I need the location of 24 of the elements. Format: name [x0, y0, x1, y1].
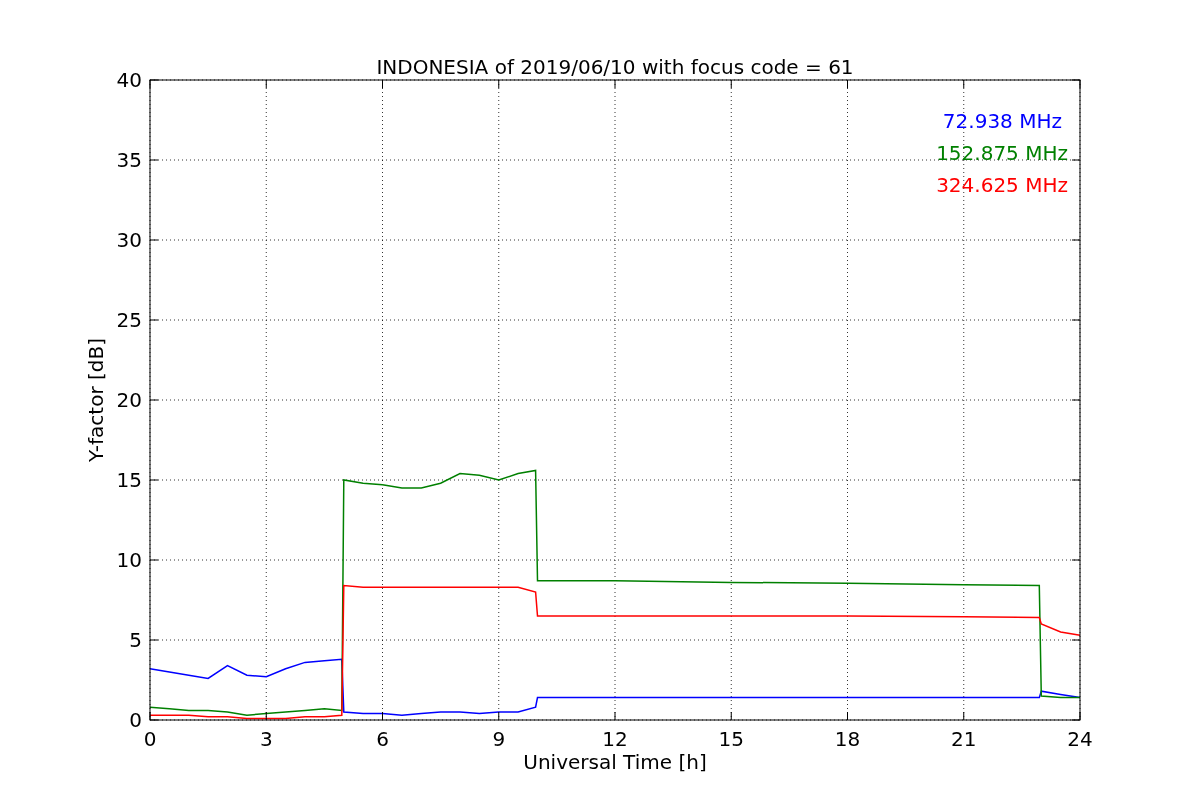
y-tick-label: 10	[116, 548, 142, 572]
x-tick-label: 0	[143, 727, 157, 751]
x-tick-label: 3	[259, 727, 273, 751]
legend-label: 72.938 MHz	[942, 109, 1062, 133]
y-tick-label: 35	[116, 148, 142, 172]
y-tick-label: 30	[116, 228, 142, 252]
x-tick-label: 12	[602, 727, 628, 751]
x-tick-label: 24	[1067, 727, 1093, 751]
y-tick-label: 0	[129, 708, 142, 732]
y-tick-label: 40	[116, 68, 142, 92]
y-tick-label: 15	[116, 468, 142, 492]
y-tick-label: 25	[116, 308, 142, 332]
x-axis-label: Universal Time [h]	[523, 750, 707, 774]
x-tick-label: 9	[492, 727, 506, 751]
y-axis-label: Y-factor [dB]	[84, 338, 108, 462]
legend-label: 152.875 MHz	[936, 141, 1068, 165]
x-tick-label: 18	[834, 727, 861, 751]
y-tick-label: 20	[116, 388, 142, 412]
y-tick-label: 5	[129, 628, 142, 652]
legend-label: 324.625 MHz	[936, 173, 1068, 197]
x-tick-label: 21	[951, 727, 977, 751]
x-tick-label: 6	[376, 727, 389, 751]
chart-title: INDONESIA of 2019/06/10 with focus code = 61	[376, 55, 854, 79]
x-tick-label: 15	[718, 727, 744, 751]
